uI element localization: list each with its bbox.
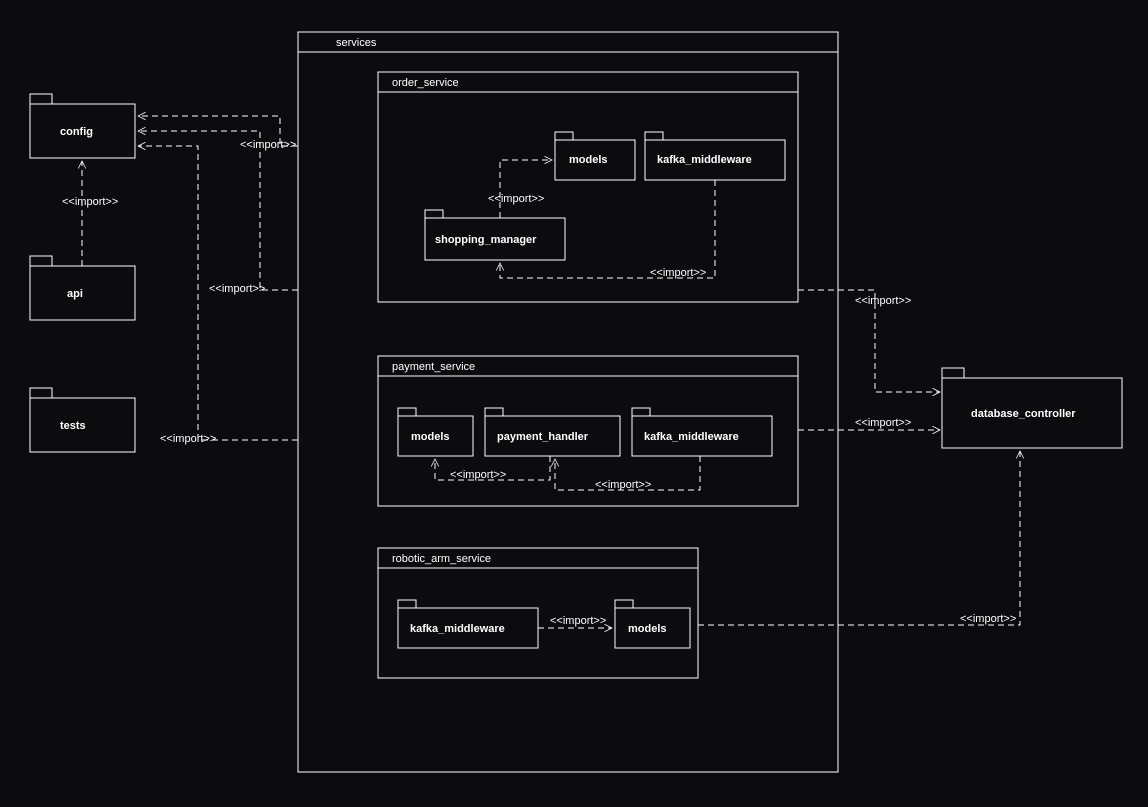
package-database-controller[interactable]: database_controller [942,368,1122,448]
edge-order-to-config-label: <<import>> [240,139,296,151]
edge-robkafka-to-models-label: <<import>> [550,615,606,627]
package-services-label: services [336,37,377,49]
package-payment-handler-label: payment_handler [497,431,589,443]
edge-order-to-db: <<import>> [798,290,940,392]
edge-robkafka-to-models: <<import>> [538,615,612,628]
package-robotic-kafka-label: kafka_middleware [410,623,505,635]
edge-payment-to-db: <<import>> [798,417,940,430]
package-shopping-manager[interactable]: shopping_manager [425,210,565,260]
package-api-label: api [67,288,83,300]
package-order-service[interactable]: order_service [378,72,798,302]
package-robotic-models-label: models [628,623,667,635]
edge-order-to-db-label: <<import>> [855,295,911,307]
package-database-controller-label: database_controller [971,408,1076,420]
package-config-label: config [60,126,93,138]
package-services[interactable]: services [298,32,838,772]
package-payment-models[interactable]: models [398,408,473,456]
package-order-kafka-label: kafka_middleware [657,154,752,166]
package-tests[interactable]: tests [30,388,135,452]
edge-robotic-to-db: <<import>> [698,451,1020,625]
edge-robotic-to-config-label: <<import>> [160,433,216,445]
package-robotic-kafka[interactable]: kafka_middleware [398,600,538,648]
edge-payment-to-db-label: <<import>> [855,417,911,429]
package-payment-handler[interactable]: payment_handler [485,408,620,456]
package-tests-label: tests [60,420,86,432]
package-payment-kafka-label: kafka_middleware [644,431,739,443]
edge-payment-to-config: <<import>> [138,131,298,295]
edge-paykafka-to-handler-label: <<import>> [595,479,651,491]
package-payment-models-label: models [411,431,450,443]
edge-robotic-to-config: <<import>> [138,146,298,445]
edge-api-to-config-label: <<import>> [62,196,118,208]
edge-shopping-to-models: <<import>> [488,160,552,218]
edge-robotic-to-db-label: <<import>> [960,613,1016,625]
edge-api-to-config: <<import>> [62,161,118,266]
package-robotic-arm-service-label: robotic_arm_service [392,553,491,565]
package-order-models-label: models [569,154,608,166]
edge-orderkafka-to-shopping-label: <<import>> [650,267,706,279]
edge-paykafka-to-handler: <<import>> [555,456,700,491]
package-payment-kafka[interactable]: kafka_middleware [632,408,772,456]
package-order-models[interactable]: models [555,132,635,180]
package-order-kafka[interactable]: kafka_middleware [645,132,785,180]
package-robotic-models[interactable]: models [615,600,690,648]
package-config[interactable]: config [30,94,135,158]
package-payment-service-label: payment_service [392,361,475,373]
edge-shopping-to-models-label: <<import>> [488,193,544,205]
package-order-service-label: order_service [392,77,459,89]
edge-payment-to-config-label: <<import>> [209,283,265,295]
edge-handler-to-models-label: <<import>> [450,469,506,481]
edge-handler-to-models: <<import>> [435,456,550,481]
package-shopping-manager-label: shopping_manager [435,234,537,246]
